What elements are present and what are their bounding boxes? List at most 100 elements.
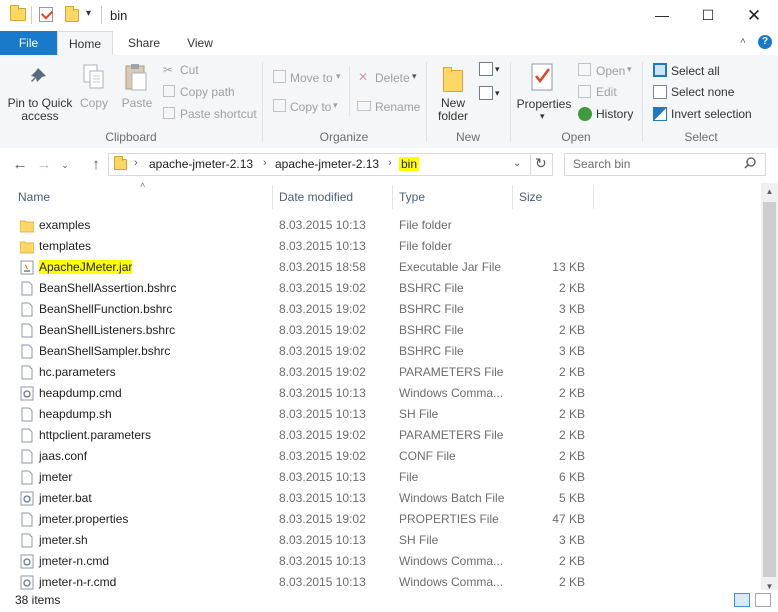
file-date: 8.03.2015 19:02 xyxy=(279,344,366,358)
table-row[interactable]: BeanShellFunction.bshrc 8.03.2015 19:02 BS… xyxy=(12,299,767,320)
paste-shortcut-button[interactable]: Paste shortcut xyxy=(180,107,257,121)
customize-toolbar-icon[interactable]: ▾ xyxy=(86,8,91,19)
up-icon[interactable]: ↑ xyxy=(86,155,106,175)
file-type: CONF File xyxy=(399,449,456,463)
new-folder-quick-icon[interactable] xyxy=(65,6,79,22)
breadcrumb-item[interactable]: apache-jmeter-2.13 xyxy=(149,157,253,171)
history-icon xyxy=(578,107,592,121)
breadcrumb-item[interactable]: apache-jmeter-2.13 xyxy=(275,157,379,171)
copy-to-dropdown-icon: ▾ xyxy=(333,100,338,110)
table-row[interactable]: BeanShellAssertion.bshrc 8.03.2015 19:02 B… xyxy=(12,278,767,299)
table-row[interactable]: jmeter-n.cmd 8.03.2015 10:13 Windows Comma… xyxy=(12,551,767,572)
new-folder-button[interactable]: New folder xyxy=(432,97,474,123)
select-none-button[interactable]: Select none xyxy=(671,85,734,99)
table-row[interactable]: BeanShellSampler.bshrc 8.03.2015 19:02 BSH… xyxy=(12,341,767,362)
easy-access-icon[interactable] xyxy=(479,86,493,100)
file-date: 8.03.2015 19:02 xyxy=(279,281,366,295)
history-button[interactable]: History xyxy=(596,107,633,121)
table-row[interactable]: hc.parameters 8.03.2015 19:02 PARAMETERS F… xyxy=(12,362,767,383)
file-name-text: ApacheJMeter.jar xyxy=(39,260,133,274)
table-row[interactable]: templates 8.03.2015 10:13 File folder xyxy=(12,236,767,257)
copy-button[interactable]: Copy xyxy=(78,97,110,110)
file-name-text: jmeter-n-r.cmd xyxy=(39,575,117,589)
file-name-text: httpclient.parameters xyxy=(39,428,152,442)
maximize-icon[interactable]: ☐ xyxy=(685,0,731,31)
file-name-text: jaas.conf xyxy=(39,449,88,463)
column-header-type[interactable]: Type xyxy=(393,183,512,211)
file-type: PARAMETERS File xyxy=(399,428,504,442)
address-folder-icon xyxy=(114,156,127,170)
file-date: 8.03.2015 19:02 xyxy=(279,302,366,316)
invert-selection-button[interactable]: Invert selection xyxy=(671,107,752,121)
file-size: 3 KB xyxy=(558,533,585,547)
file-size: 2 KB xyxy=(558,554,585,568)
file-date: 8.03.2015 19:02 xyxy=(279,449,366,463)
new-item-icon[interactable] xyxy=(479,62,493,76)
file-type: Windows Batch File xyxy=(399,491,505,505)
column-header-date[interactable]: Date modified xyxy=(273,183,392,211)
folder-icon[interactable] xyxy=(10,5,26,21)
table-row[interactable]: jmeter-n-r.cmd 8.03.2015 10:13 Windows Com… xyxy=(12,572,767,593)
file-name: BeanShellListeners.bshrc xyxy=(39,320,175,341)
tab-share[interactable]: Share xyxy=(119,31,169,55)
delete-icon: ✕ xyxy=(358,70,369,84)
collapse-ribbon-icon[interactable]: ˄ xyxy=(740,36,746,47)
table-row[interactable]: jmeter 8.03.2015 10:13 File 6 KB xyxy=(12,467,767,488)
copy-path-button[interactable]: Copy path xyxy=(180,85,235,99)
invert-selection-icon xyxy=(653,107,667,121)
minimize-icon[interactable]: — xyxy=(639,0,685,31)
column-header-size[interactable]: Size xyxy=(513,183,593,211)
window-title: bin xyxy=(110,8,128,23)
paste-button[interactable]: Paste xyxy=(120,97,154,110)
forward-icon[interactable]: → xyxy=(34,155,54,175)
move-to-button[interactable]: Move to xyxy=(290,71,333,85)
file-icon xyxy=(20,512,34,527)
table-row[interactable]: BeanShellListeners.bshrc 8.03.2015 19:02 B… xyxy=(12,320,767,341)
tab-view[interactable]: View xyxy=(177,31,223,55)
table-row[interactable]: heapdump.sh 8.03.2015 10:13 SH File 2 KB xyxy=(12,404,767,425)
breadcrumb-current[interactable]: bin xyxy=(399,157,420,171)
table-row[interactable]: ApacheJMeter.jar 8.03.2015 18:58 Executabl… xyxy=(12,257,767,278)
file-type: SH File xyxy=(399,533,439,547)
table-row[interactable]: examples 8.03.2015 10:13 File folder xyxy=(12,215,767,236)
delete-button[interactable]: Delete xyxy=(375,71,410,85)
table-row[interactable]: jmeter.bat 8.03.2015 10:13 Windows Batch F… xyxy=(12,488,767,509)
rename-button[interactable]: Rename xyxy=(375,100,420,114)
tab-file[interactable]: File xyxy=(0,31,57,55)
tab-home[interactable]: Home xyxy=(57,31,113,56)
details-view-icon[interactable] xyxy=(734,593,750,607)
address-dropdown-icon[interactable]: ⌄ xyxy=(513,158,521,169)
table-row[interactable]: heapdump.cmd 8.03.2015 10:13 Windows Comma… xyxy=(12,383,767,404)
chevron-right-icon: › xyxy=(388,157,392,169)
select-all-button[interactable]: Select all xyxy=(671,64,720,78)
pin-to-quick-access-button[interactable]: Pin to Quick access xyxy=(4,97,76,123)
open-button[interactable]: Open xyxy=(596,64,625,78)
copy-to-button[interactable]: Copy to xyxy=(290,100,331,114)
open-icon xyxy=(578,63,591,76)
file-name-text: jmeter.properties xyxy=(39,512,129,526)
back-icon[interactable]: ← xyxy=(10,155,30,175)
refresh-icon[interactable]: ↻ xyxy=(535,155,547,172)
pin-label-2: access xyxy=(21,109,59,123)
large-icons-view-icon[interactable] xyxy=(755,593,771,607)
table-row[interactable]: jmeter.properties 8.03.2015 19:02 PROPERTI… xyxy=(12,509,767,530)
file-name-text: examples xyxy=(39,218,91,232)
close-icon[interactable]: ✕ xyxy=(731,0,777,31)
file-type: File xyxy=(399,470,419,484)
edit-button[interactable]: Edit xyxy=(596,85,617,99)
properties-quick-icon[interactable] xyxy=(39,7,54,22)
column-header-name[interactable]: Name xyxy=(12,183,272,211)
table-row[interactable]: jaas.conf 8.03.2015 19:02 CONF File 2 KB xyxy=(12,446,767,467)
recent-locations-icon[interactable]: ⌄ xyxy=(55,155,75,175)
file-name: jmeter-n.cmd xyxy=(39,551,109,572)
table-row[interactable]: jmeter.sh 8.03.2015 10:13 SH File 3 KB xyxy=(12,530,767,551)
scroll-up-icon[interactable]: ▲ xyxy=(761,183,778,200)
cut-button[interactable]: Cut xyxy=(180,63,199,77)
file-name: BeanShellAssertion.bshrc xyxy=(39,278,176,299)
table-row[interactable]: httpclient.parameters 8.03.2015 19:02 PARA… xyxy=(12,425,767,446)
properties-button[interactable]: Properties xyxy=(514,98,574,111)
file-icon xyxy=(20,428,34,443)
help-icon[interactable]: ? xyxy=(758,35,772,49)
file-name-text: BeanShellSampler.bshrc xyxy=(39,344,171,358)
file-size: 3 KB xyxy=(558,344,585,358)
